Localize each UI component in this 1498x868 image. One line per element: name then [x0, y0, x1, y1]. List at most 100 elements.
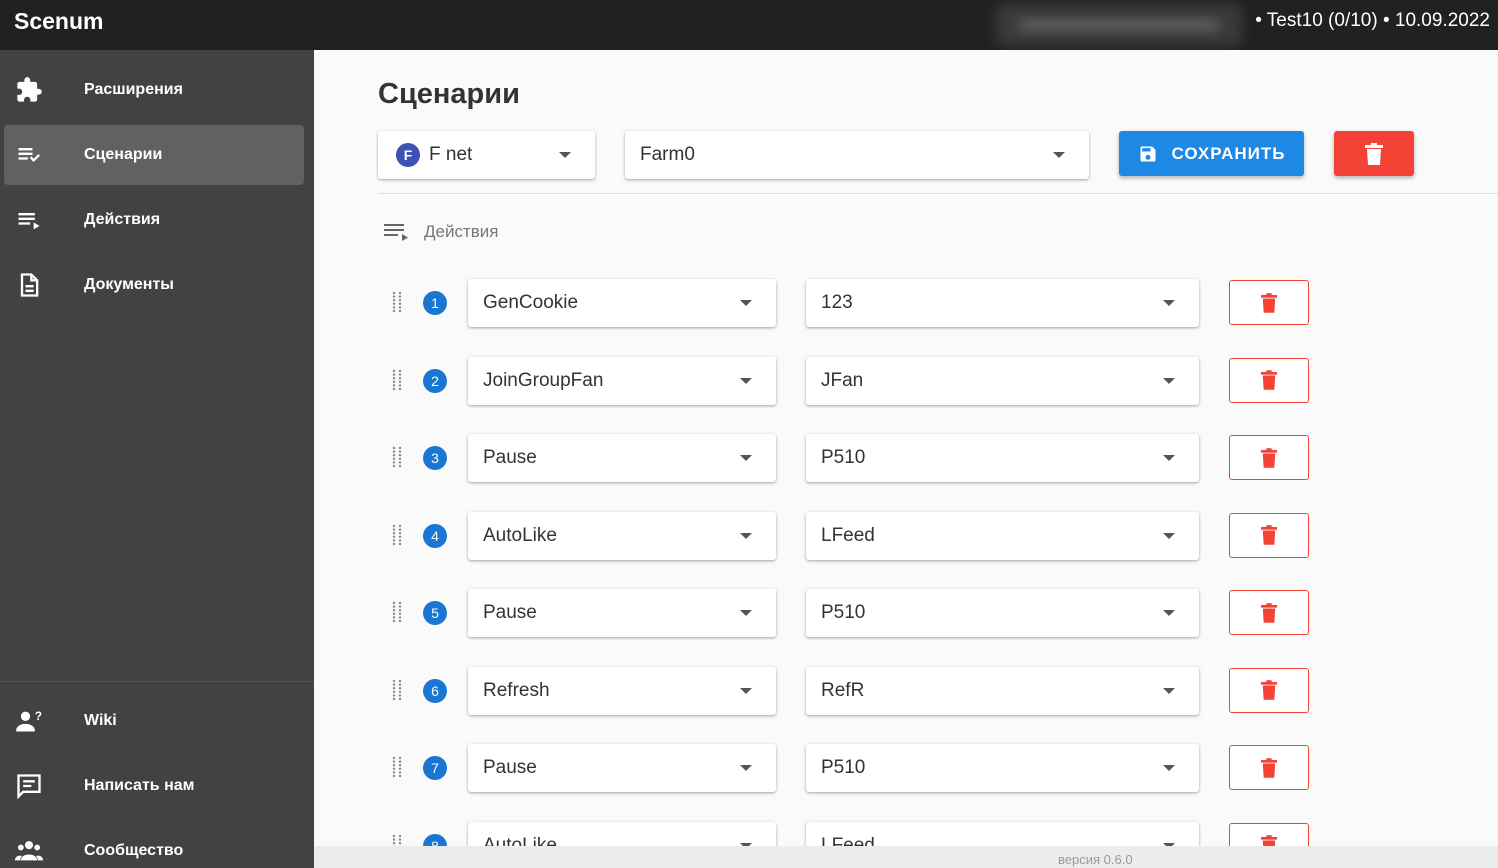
message-icon: [17, 774, 41, 800]
delete-row-button[interactable]: [1229, 512, 1309, 558]
chevron-down-icon: [1163, 377, 1175, 384]
puzzle-icon: [17, 77, 42, 102]
sidebar-item-scenarios[interactable]: Сценарии: [4, 125, 304, 185]
page-title: Сценарии: [378, 78, 520, 110]
action-select-value: Refresh: [483, 679, 550, 701]
delete-row-button[interactable]: [1229, 435, 1309, 480]
chevron-down-icon: [1163, 610, 1175, 616]
list-item: 1 GenCookie 123: [314, 279, 1498, 327]
param-select-value: LFeed: [821, 524, 875, 546]
param-select[interactable]: P510: [806, 744, 1199, 792]
delete-row-button[interactable]: [1229, 667, 1309, 713]
account-badge: F: [396, 143, 420, 167]
drag-handle[interactable]: [392, 524, 402, 551]
action-select[interactable]: Pause: [468, 744, 776, 792]
chevron-down-icon: [740, 610, 752, 616]
action-select[interactable]: AutoLike: [468, 511, 776, 560]
document-icon: [20, 273, 39, 297]
app-brand[interactable]: Scenum: [14, 8, 103, 35]
delete-row-button[interactable]: [1229, 745, 1309, 790]
param-select[interactable]: LFeed: [806, 511, 1199, 560]
save-icon: [1140, 146, 1155, 161]
param-select[interactable]: P510: [806, 434, 1199, 482]
param-select-value: 123: [821, 292, 853, 313]
list-item: 3 Pause P510: [314, 434, 1498, 482]
trash-icon: [1261, 757, 1277, 778]
header-divider: [378, 193, 1498, 194]
chevron-down-icon: [740, 532, 752, 539]
blurred-email: [996, 4, 1242, 46]
trash-icon: [1261, 370, 1277, 390]
param-select[interactable]: P510: [806, 589, 1199, 637]
playlist-check-icon: [18, 148, 40, 162]
drag-handle[interactable]: [392, 369, 402, 396]
drag-handle[interactable]: [392, 291, 402, 318]
param-select[interactable]: JFan: [806, 356, 1199, 405]
actions-section-label: Действия: [384, 222, 498, 242]
action-select[interactable]: GenCookie: [468, 279, 776, 327]
chevron-down-icon: [1163, 300, 1175, 306]
drag-handle[interactable]: [392, 756, 402, 783]
save-button[interactable]: СОХРАНИТЬ: [1119, 131, 1304, 176]
action-select-value: Pause: [483, 757, 537, 778]
action-select[interactable]: Pause: [468, 434, 776, 482]
scenario-select-value: Farm0: [640, 144, 695, 165]
param-select-value: P510: [821, 757, 866, 778]
sidebar-item-actions[interactable]: Действия: [4, 190, 304, 250]
sidebar-item-documents[interactable]: Документы: [4, 255, 304, 315]
chevron-down-icon: [1163, 687, 1175, 694]
chevron-down-icon: [1053, 152, 1065, 158]
chevron-down-icon: [740, 687, 752, 694]
param-select[interactable]: 123: [806, 279, 1199, 327]
version-text: версия 0.6.0: [1058, 852, 1133, 867]
sidebar-item-label: Написать нам: [84, 777, 195, 794]
drag-handle-icon: [392, 446, 402, 468]
param-select-value: RefR: [821, 679, 865, 701]
trash-icon: [1261, 602, 1277, 623]
sidebar-item-wiki[interactable]: ? Wiki: [4, 691, 304, 751]
delete-row-button[interactable]: [1229, 590, 1309, 635]
step-number-badge: 7: [423, 756, 447, 780]
param-select[interactable]: RefR: [806, 666, 1199, 715]
action-select-value: AutoLike: [483, 524, 557, 546]
step-number-badge: 3: [423, 446, 447, 470]
sidebar-item-extensions[interactable]: Расширения: [4, 60, 304, 120]
sidebar-item-label: Сценарии: [84, 146, 163, 163]
scenario-select[interactable]: Farm0: [625, 131, 1089, 179]
delete-scenario-button[interactable]: [1334, 131, 1414, 176]
sidebar-item-label: Документы: [84, 276, 174, 293]
delete-row-button[interactable]: [1229, 357, 1309, 403]
drag-handle[interactable]: [392, 446, 402, 473]
chevron-down-icon: [740, 300, 752, 306]
save-button-label: СОХРАНИТЬ: [1171, 143, 1286, 163]
drag-handle-icon: [392, 524, 402, 545]
action-select-value: GenCookie: [483, 292, 579, 313]
action-select[interactable]: Pause: [468, 589, 776, 637]
sidebar-item-contact[interactable]: Написать нам: [4, 756, 304, 816]
step-number-badge: 1: [423, 291, 447, 315]
drag-handle[interactable]: [392, 679, 402, 706]
drag-handle[interactable]: [392, 601, 402, 628]
sidebar-divider: [0, 681, 314, 682]
list-item: 6 Refresh RefR: [314, 666, 1498, 715]
drag-handle-icon: [392, 679, 402, 700]
action-select[interactable]: Refresh: [468, 666, 776, 715]
delete-row-button[interactable]: [1229, 280, 1309, 325]
step-number-badge: 6: [423, 678, 447, 703]
step-number-badge: 4: [423, 523, 447, 548]
account-select[interactable]: F F net: [378, 131, 595, 179]
playlist-play-icon: [384, 224, 408, 241]
account-info: • Test10 (0/10) • 10.09.2022: [1255, 10, 1490, 31]
sidebar-item-label: Действия: [84, 211, 161, 228]
chevron-down-icon: [1163, 532, 1175, 539]
list-item: 4 AutoLike LFeed: [314, 511, 1498, 560]
chevron-down-icon: [740, 377, 752, 384]
chevron-down-icon: [1163, 455, 1175, 461]
sidebar-item-label: Расширения: [84, 81, 183, 98]
param-select-value: P510: [821, 602, 866, 623]
drag-handle-icon: [392, 756, 402, 778]
trash-icon: [1261, 680, 1277, 700]
trash-icon: [1261, 292, 1277, 313]
sidebar-item-community[interactable]: Сообщество: [4, 821, 304, 868]
action-select[interactable]: JoinGroupFan: [468, 356, 776, 405]
